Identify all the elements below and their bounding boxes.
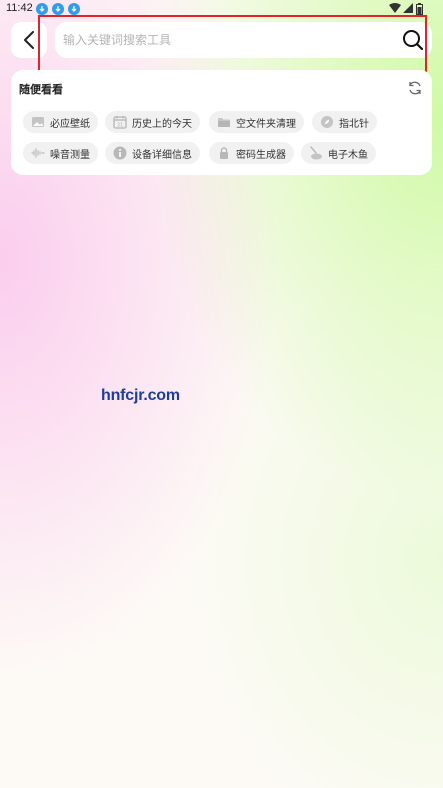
info-icon <box>113 146 127 160</box>
chip-label: 密码生成器 <box>236 149 286 161</box>
wooden-fish-icon <box>310 146 322 160</box>
tool-chip-password-generator[interactable]: 密码生成器 <box>209 142 294 164</box>
image-icon <box>32 117 44 127</box>
search-input[interactable] <box>63 30 383 50</box>
lock-icon <box>220 147 228 159</box>
download-notification-icon <box>52 3 64 15</box>
download-notification-icon <box>36 3 48 15</box>
tool-chip-empty-folder[interactable]: 空文件夹清理 <box>209 111 304 133</box>
tool-chip-noise-meter[interactable]: 噪音测量 <box>23 142 98 164</box>
battery-icon <box>416 3 423 15</box>
calendar-icon: 31 <box>113 116 127 129</box>
signal-icon <box>403 3 413 13</box>
tool-chip-history-today[interactable]: 31 历史上的今天 <box>105 111 200 133</box>
back-button[interactable] <box>11 22 47 58</box>
search-bar[interactable] <box>55 22 432 58</box>
chip-label: 噪音测量 <box>50 149 90 161</box>
chip-label: 设备详细信息 <box>132 149 192 161</box>
chip-label: 历史上的今天 <box>132 118 192 130</box>
watermark-text: hnfcjr.com <box>101 387 180 404</box>
status-bar: 11:42 <box>0 0 443 18</box>
refresh-icon[interactable] <box>407 80 423 96</box>
tool-chip-bing-wallpaper[interactable]: 必应壁纸 <box>23 111 98 133</box>
random-tools-card: 随便看看 必应壁纸 31 历史上的今天 空文件夹清理 指北针 噪音测量 设备详细… <box>11 70 432 175</box>
download-notification-icon <box>68 3 80 15</box>
chip-label: 空文件夹清理 <box>236 118 296 130</box>
status-time: 11:42 <box>6 2 33 14</box>
tool-chip-compass[interactable]: 指北针 <box>312 111 377 133</box>
svg-text:31: 31 <box>117 123 123 129</box>
chip-label: 必应壁纸 <box>50 118 90 130</box>
chip-label: 指北针 <box>339 118 369 130</box>
chip-label: 电子木鱼 <box>328 149 368 161</box>
tool-chip-device-info[interactable]: 设备详细信息 <box>105 142 200 164</box>
sound-wave-icon <box>31 148 45 158</box>
search-icon[interactable] <box>402 29 424 51</box>
wifi-icon <box>389 3 401 13</box>
compass-icon <box>321 116 333 128</box>
folder-icon <box>218 118 230 127</box>
section-title: 随便看看 <box>19 83 63 96</box>
chevron-left-icon <box>24 31 34 49</box>
tool-chip-wooden-fish[interactable]: 电子木鱼 <box>301 142 376 164</box>
